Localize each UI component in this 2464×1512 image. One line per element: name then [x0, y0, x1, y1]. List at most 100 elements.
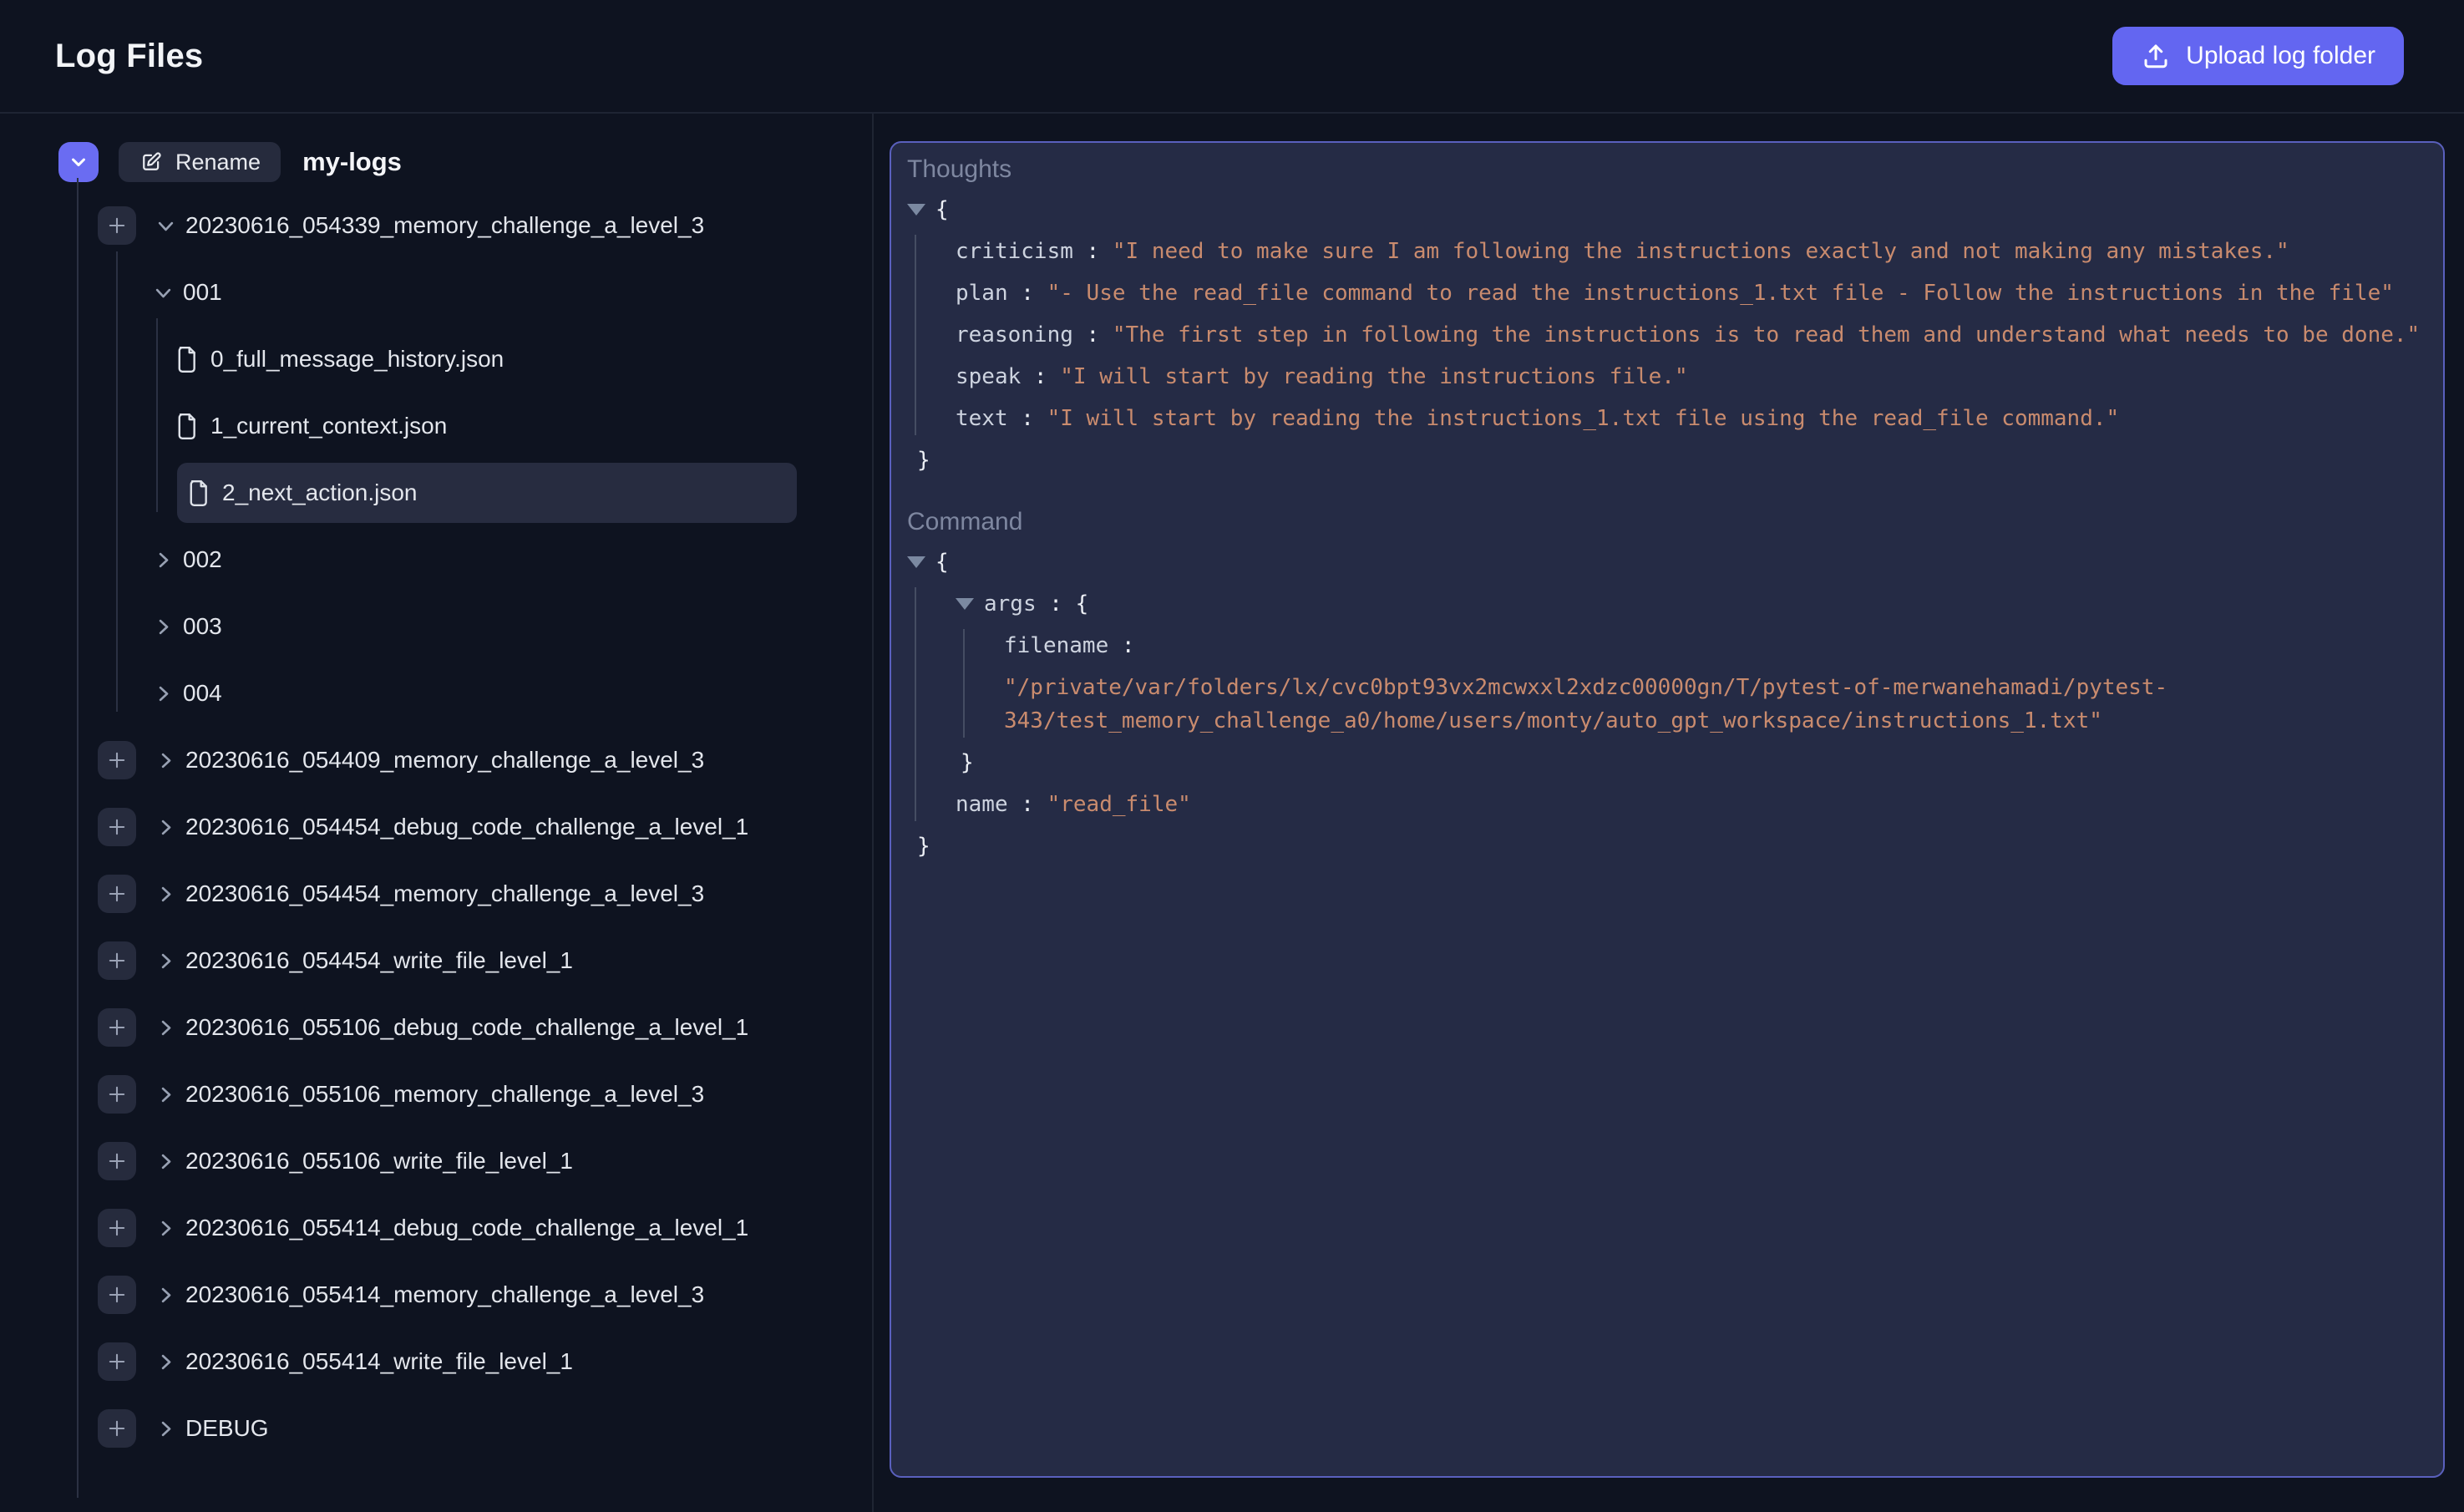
expand-plus-button[interactable] [98, 1142, 136, 1180]
tree-item-folder[interactable]: 002 [0, 526, 872, 593]
tree-item-folder[interactable]: 20230616_054454_write_file_level_1 [0, 927, 872, 994]
json-separator: : [1021, 360, 1060, 393]
tree-item-label: 002 [183, 546, 222, 573]
tree-item-folder[interactable]: 20230616_054409_memory_challenge_a_level… [0, 727, 872, 794]
json-group: args : {filename :"/private/var/folders/… [915, 587, 2423, 821]
upload-icon [2141, 41, 2171, 71]
file-icon [189, 480, 211, 506]
root-collapse-button[interactable] [58, 142, 99, 182]
expand-plus-button[interactable] [98, 1409, 136, 1448]
chevron-right-icon[interactable] [155, 1284, 177, 1307]
tree-item-content: 20230616_054454_memory_challenge_a_level… [155, 880, 704, 907]
upload-log-folder-button[interactable]: Upload log folder [2112, 27, 2404, 85]
json-string-value: "I will start by reading the instruction… [1047, 402, 2120, 435]
json-key: filename [1004, 629, 1108, 662]
tree-item-content: 20230616_055106_debug_code_challenge_a_l… [155, 1014, 748, 1041]
expand-plus-button[interactable] [98, 206, 136, 245]
json-separator: : [1108, 629, 1134, 662]
tree-item-folder[interactable]: 20230616_055106_debug_code_challenge_a_l… [0, 994, 872, 1061]
root-folder-row: Rename my-logs [0, 141, 872, 183]
chevron-right-icon[interactable] [155, 1083, 177, 1106]
tree-item-label: 20230616_055414_write_file_level_1 [185, 1348, 573, 1375]
tree-item-folder[interactable]: 004 [0, 660, 872, 727]
chevron-right-icon[interactable] [152, 682, 175, 705]
chevron-right-icon[interactable] [155, 950, 177, 972]
chevron-right-icon[interactable] [155, 1217, 177, 1240]
chevron-down-icon [67, 150, 90, 174]
json-key: name [956, 788, 1008, 821]
json-brace: { [935, 193, 949, 226]
collapse-triangle-icon[interactable] [907, 204, 925, 216]
chevron-right-icon[interactable] [152, 616, 175, 638]
json-line: } [907, 444, 2423, 477]
json-line: plan : "- Use the read_file command to r… [956, 277, 2423, 310]
expand-plus-button[interactable] [98, 1209, 136, 1247]
tree-item-label: 20230616_054409_memory_challenge_a_level… [185, 747, 704, 774]
chevron-right-icon[interactable] [155, 1351, 177, 1373]
expand-plus-button[interactable] [98, 1008, 136, 1047]
tree-item-folder[interactable]: DEBUG [0, 1395, 872, 1462]
json-separator: : [1008, 788, 1047, 821]
command-json-tree: {args : {filename :"/private/var/folders… [907, 545, 2423, 863]
file-icon [177, 414, 200, 439]
tree-item-folder[interactable]: 003 [0, 593, 872, 660]
json-string-value: "The first step in following the instruc… [1113, 318, 2420, 352]
chevron-down-icon[interactable] [155, 215, 177, 237]
tree-item-content: 003 [152, 613, 222, 640]
json-line: criticism : "I need to make sure I am fo… [956, 235, 2423, 268]
tree-item-file[interactable]: 0_full_message_history.json [0, 326, 872, 393]
chevron-right-icon[interactable] [155, 1418, 177, 1440]
json-separator: : [1073, 235, 1113, 268]
thoughts-section-title: Thoughts [907, 155, 2423, 185]
tree-item-folder[interactable]: 20230616_054454_debug_code_challenge_a_l… [0, 794, 872, 860]
json-key: reasoning [956, 318, 1073, 352]
expand-plus-button[interactable] [98, 941, 136, 980]
json-key: speak [956, 360, 1021, 393]
expand-plus-button[interactable] [98, 1075, 136, 1114]
json-brace: } [917, 444, 930, 477]
tree-item-folder[interactable]: 20230616_055414_write_file_level_1 [0, 1328, 872, 1395]
tree-item-content: 20230616_055414_debug_code_challenge_a_l… [155, 1215, 748, 1241]
thoughts-section: Thoughts {criticism : "I need to make su… [907, 155, 2423, 477]
tree-item-folder[interactable]: 20230616_055414_memory_challenge_a_level… [0, 1261, 872, 1328]
tree-item-folder[interactable]: 20230616_054454_memory_challenge_a_level… [0, 860, 872, 927]
expand-plus-button[interactable] [98, 1276, 136, 1314]
app-header: Log Files Upload log folder [0, 0, 2464, 114]
tree-item-content: 002 [152, 546, 222, 573]
json-string-value: "read_file" [1047, 788, 1191, 821]
chevron-down-icon[interactable] [152, 282, 175, 304]
json-separator: : [1008, 277, 1047, 310]
json-line: { [907, 193, 2423, 226]
chevron-right-icon[interactable] [155, 883, 177, 906]
chevron-right-icon[interactable] [152, 549, 175, 571]
tree-item-folder[interactable]: 20230616_055414_debug_code_challenge_a_l… [0, 1195, 872, 1261]
json-string-value: "/private/var/folders/lx/cvc0bpt93vx2mcw… [1004, 671, 2173, 738]
collapse-triangle-icon[interactable] [956, 598, 974, 610]
tree-item-file[interactable]: 2_next_action.json [0, 459, 872, 526]
chevron-right-icon[interactable] [155, 816, 177, 839]
tree-item-label: 20230616_055414_debug_code_challenge_a_l… [185, 1215, 748, 1241]
tree-item-label: 20230616_055414_memory_challenge_a_level… [185, 1281, 704, 1308]
json-line: text : "I will start by reading the inst… [956, 402, 2423, 435]
tree-item-folder[interactable]: 20230616_055106_memory_challenge_a_level… [0, 1061, 872, 1128]
tree-item-file[interactable]: 1_current_context.json [0, 393, 872, 459]
expand-plus-button[interactable] [98, 741, 136, 779]
tree-item-label: 2_next_action.json [222, 479, 418, 506]
tree-item-folder[interactable]: 001 [0, 259, 872, 326]
expand-plus-button[interactable] [98, 808, 136, 846]
chevron-right-icon[interactable] [155, 749, 177, 772]
json-key: args [984, 587, 1037, 621]
chevron-right-icon[interactable] [155, 1017, 177, 1039]
expand-plus-button[interactable] [98, 1342, 136, 1381]
tree-item-label: 20230616_055106_write_file_level_1 [185, 1148, 573, 1175]
tree-item-content: 1_current_context.json [177, 413, 447, 439]
rename-button[interactable]: Rename [119, 142, 281, 182]
tree-item-folder[interactable]: 20230616_054339_memory_challenge_a_level… [0, 192, 872, 259]
expand-plus-button[interactable] [98, 875, 136, 913]
json-separator: : [1037, 587, 1076, 621]
tree-item-content: 20230616_054454_write_file_level_1 [155, 947, 573, 974]
tree-item-folder[interactable]: 20230616_055106_write_file_level_1 [0, 1128, 872, 1195]
chevron-right-icon[interactable] [155, 1150, 177, 1173]
collapse-triangle-icon[interactable] [907, 556, 925, 568]
upload-button-label: Upload log folder [2186, 42, 2375, 70]
